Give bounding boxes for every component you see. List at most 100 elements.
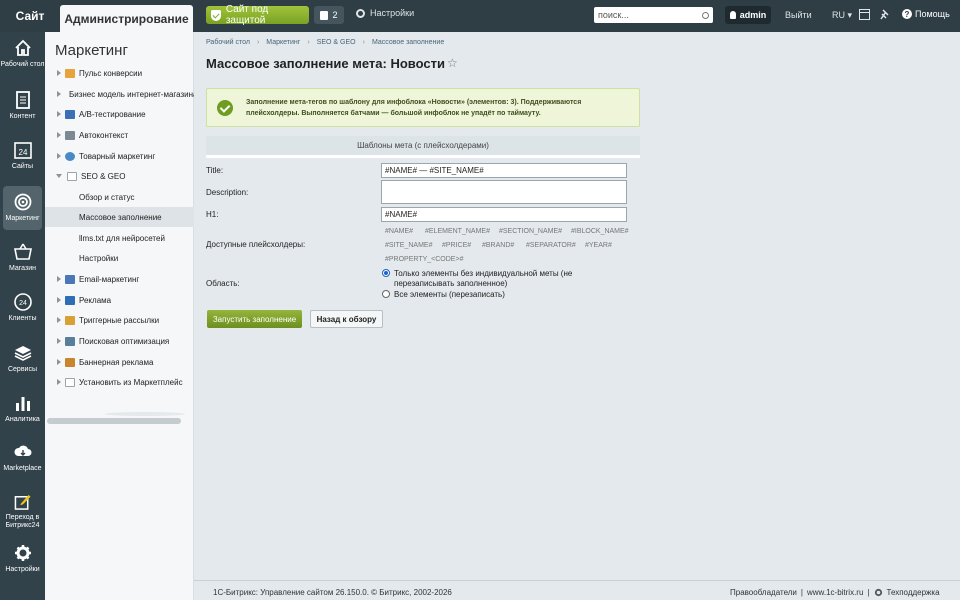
placeholder-tag[interactable]: #PRICE# [442,242,471,249]
description-label: Description: [206,188,249,197]
breadcrumb-separator-icon: › [362,39,365,46]
menu-item-advertising[interactable]: Реклама [45,290,194,310]
placeholder-tag[interactable]: #YEAR# [585,242,612,249]
description-textarea[interactable] [381,180,627,204]
footer-links: Правообладатели | www.1c-bitrix.ru | Тех… [730,588,940,597]
placeholder-tag[interactable]: #SEPARATOR# [526,242,576,249]
menu-item-email-marketing[interactable]: Email-маркетинг [45,269,194,289]
expand-arrow-icon[interactable] [57,379,61,385]
gear-icon [874,588,882,597]
menu-item-trigger-mailing[interactable]: Триггерные рассылки [45,310,194,330]
nav-item-desktop[interactable]: Рабочий стол [0,32,45,76]
placeholder-tag[interactable]: #SECTION_NAME# [499,228,562,235]
user-menu-button[interactable]: admin [725,6,771,24]
expand-arrow-icon[interactable] [57,297,61,303]
nav-item-bitrix24[interactable]: Переход в Битрикс24 [0,486,45,530]
expand-arrow-icon[interactable] [57,276,61,282]
logout-link[interactable]: Выйти [785,10,812,20]
footer-rights-link[interactable]: Правообладатели [730,588,797,597]
menu-item-seo-settings[interactable]: Настройки [45,248,194,268]
expand-arrow-icon[interactable] [57,359,61,365]
search-input[interactable]: поиск... [594,7,713,23]
menu-item-install-marketplace[interactable]: Установить из Маркетплейс [45,372,194,392]
menu-item-label: Обзор и статус [79,192,135,202]
panel-icon[interactable] [859,9,870,20]
expand-arrow-icon[interactable] [57,111,61,117]
breadcrumb-item[interactable]: Массовое заполнение [372,39,444,46]
side-menu-title: Маркетинг [55,42,128,59]
footer-site-link[interactable]: www.1c-bitrix.ru [807,588,863,597]
nav-item-marketplace[interactable]: Marketplace [0,436,45,480]
expand-arrow-icon[interactable] [57,132,61,138]
cloud-download-icon [13,445,31,456]
help-link[interactable]: ? Помощь [902,9,950,19]
nav-item-clients[interactable]: 24 Клиенты [0,286,45,330]
menu-item-ab-testing[interactable]: A/B-тестирование [45,104,194,124]
menu-item-search-optimization[interactable]: Поисковая оптимизация [45,331,194,351]
menu-item-label: Email-маркетинг [79,274,140,284]
expand-arrow-icon[interactable] [57,153,61,159]
nav-item-services[interactable]: Сервисы [0,337,45,381]
nav-item-label: Marketplace [3,465,42,472]
search-placeholder: поиск... [598,10,629,20]
nav-item-marketing[interactable]: Маркетинг [3,186,42,230]
pin-icon[interactable] [880,9,891,20]
placeholder-tag[interactable]: #BRAND# [482,242,514,249]
menu-item-seo-geo[interactable]: SEO & GEO [45,166,194,186]
notice-text: Заполнение мета-тегов по шаблону для инф… [246,98,582,117]
menu-item-llms-txt[interactable]: llms.txt для нейросетей [45,228,194,248]
nav-item-analytics[interactable]: Аналитика [0,387,45,431]
expand-arrow-icon[interactable] [57,70,61,76]
nav-item-label: Настройки [5,566,40,573]
side-menu-scrollbar[interactable] [47,418,181,424]
expand-arrow-icon[interactable] [57,317,61,323]
nav-item-content[interactable]: Контент [0,84,45,128]
placeholder-tag[interactable]: #SITE_NAME# [385,242,432,249]
tab-site[interactable]: Сайт [0,0,60,32]
nav-item-settings[interactable]: Настройки [0,537,45,581]
scope-option-label: Только элементы без индивидуальной меты … [394,269,573,288]
menu-item-label: Триггерные рассылки [79,315,160,325]
footer-support-link[interactable]: Техподдержка [887,588,940,597]
placeholder-tag[interactable]: #IBLOCK_NAME# [571,228,629,235]
banner-icon [65,357,75,367]
topbar-settings-link[interactable]: Настройки [356,8,414,18]
back-to-overview-button[interactable]: Назад к обзору [310,310,383,328]
menu-item-mass-fill[interactable]: Массовое заполнение [45,207,194,227]
help-label: Помощь [915,9,950,19]
placeholder-tag[interactable]: #NAME# [385,228,413,235]
menu-item-autocontext[interactable]: Автоконтекст [45,125,194,145]
expand-arrow-icon[interactable] [57,91,61,97]
target-icon [14,193,31,211]
placeholder-tag[interactable]: #PROPERTY_<CODE># [385,256,463,263]
nav-item-label: Клиенты [8,315,37,322]
run-fill-button[interactable]: Запустить заполнение [207,310,302,328]
menu-item-overview[interactable]: Обзор и статус [45,187,194,207]
breadcrumb-separator-icon: › [307,39,310,46]
user-icon [729,11,736,19]
placeholder-tag[interactable]: #ELEMENT_NAME# [425,228,490,235]
nav-item-label: Магазин [8,265,36,272]
language-switcher[interactable]: RU ▾ [832,10,852,21]
nav-item-sites[interactable]: 24 Сайты [0,134,45,178]
expand-arrow-icon[interactable] [57,338,61,344]
scope-radio-empty-only[interactable] [382,269,390,277]
collapse-arrow-icon[interactable] [56,174,62,178]
menu-item-conversion-pulse[interactable]: Пульс конверсии [45,63,194,83]
menu-item-banner-ads[interactable]: Баннерная реклама [45,352,194,372]
breadcrumb-item[interactable]: SEO & GEO [317,39,356,46]
nav-item-shop[interactable]: Магазин [0,236,45,280]
title-input[interactable] [381,163,627,178]
star-icon[interactable]: ☆ [447,56,458,70]
search-icon[interactable] [702,11,709,19]
scope-radio-all[interactable] [382,290,390,298]
footer-copyright: 1С-Битрикс: Управление сайтом 26.150.0. … [213,588,452,597]
breadcrumb-item[interactable]: Маркетинг [266,39,300,46]
breadcrumb-item[interactable]: Рабочий стол [206,39,250,46]
tab-admin[interactable]: Администрирование [60,5,193,32]
h1-input[interactable] [381,207,627,222]
notifications-button[interactable]: 2 [314,6,344,24]
menu-item-product-marketing[interactable]: Товарный маркетинг [45,146,194,166]
site-protected-button[interactable]: Сайт под защитой [206,4,309,26]
menu-item-business-model[interactable]: Бизнес модель интернет-магазина [45,84,194,104]
